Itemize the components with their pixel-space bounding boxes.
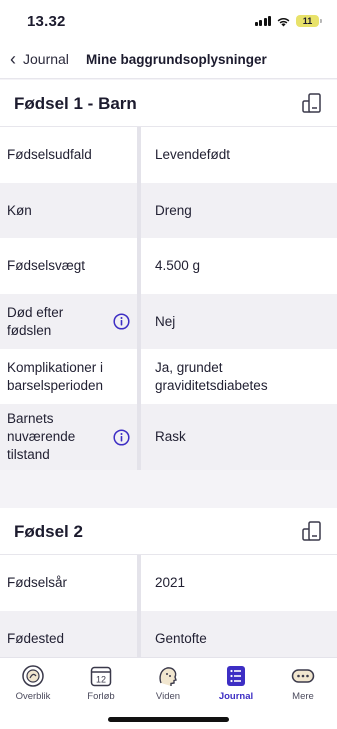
- calendar-badge: 12: [96, 675, 106, 685]
- tab-label: Overblik: [15, 691, 51, 702]
- page-title: Mine baggrundsoplysninger: [86, 52, 267, 67]
- table-row: Køn Dreng: [0, 183, 337, 238]
- info-icon[interactable]: [113, 313, 130, 330]
- signal-icon: [254, 16, 271, 26]
- battery-icon: 11: [296, 15, 322, 27]
- table-row: Komplikationer i barselsperioden Ja, gru…: [0, 349, 337, 404]
- status-bar: 13.32 11: [0, 0, 337, 42]
- row-label: Fødested: [7, 631, 65, 646]
- knowledge-icon: [159, 667, 177, 686]
- tab-label: Mere: [292, 691, 314, 702]
- content-scroll-area[interactable]: Fødsel 1 - Barn Fødselsudfald Levendefød…: [0, 80, 337, 657]
- tab-overview[interactable]: Overblik: [3, 664, 63, 702]
- table-row: Død efter fødslen Nej: [0, 294, 337, 349]
- calendar-icon: 12: [90, 666, 112, 687]
- row-value: 4.500 g: [155, 258, 201, 273]
- table-row: Fødselsvægt 4.500 g: [0, 238, 337, 294]
- chevron-left-icon: ‹: [10, 49, 16, 69]
- table-row: Fødselsudfald Levendefødt: [0, 127, 337, 183]
- birth-1-title: Fødsel 1 - Barn: [14, 94, 137, 113]
- row-label-text: Barnets nuværende tilstand: [7, 411, 76, 462]
- more-icon: [291, 669, 315, 683]
- row-value: Dreng: [155, 202, 192, 218]
- tab-label: Forløb: [87, 691, 115, 702]
- journal-icon: [227, 666, 245, 686]
- table-row: Fødested Gentofte: [0, 611, 337, 657]
- status-icons: 11: [254, 15, 322, 27]
- tab-course[interactable]: 12 Forløb: [71, 664, 131, 702]
- row-label-text: Komplikationer i barselsperioden: [7, 359, 104, 393]
- overview-icon: [22, 665, 44, 687]
- row-label: Fødselsår: [7, 575, 68, 590]
- tab-label: Viden: [155, 691, 181, 702]
- status-time: 13.32: [27, 13, 66, 30]
- tab-journal[interactable]: Journal: [206, 664, 266, 702]
- row-label: Fødselsvægt: [7, 258, 86, 273]
- row-label: Komplikationer i barselsperioden: [0, 349, 137, 404]
- birth-1-header: Fødsel 1 - Barn: [0, 80, 337, 127]
- row-value: Gentofte: [155, 631, 207, 646]
- birth-2-card: Fødsel 2 Fødselsår 2021 Fødested Gentoft…: [0, 508, 337, 657]
- birth-2-title: Fødsel 2: [14, 522, 83, 541]
- edit-document-icon[interactable]: [301, 92, 323, 114]
- table-row: Fødselsår 2021: [0, 555, 337, 611]
- table-row: Barnets nuværende tilstand Rask: [0, 404, 337, 470]
- edit-document-icon[interactable]: [301, 520, 323, 542]
- row-label: Køn: [7, 202, 32, 218]
- birth-1-card: Fødsel 1 - Barn Fødselsudfald Levendefød…: [0, 80, 337, 470]
- row-value: 2021: [155, 575, 186, 590]
- back-button[interactable]: ‹ Journal: [10, 50, 69, 68]
- navigation-bar: ‹ Journal Mine baggrundsoplysninger: [0, 42, 337, 79]
- home-indicator[interactable]: [108, 717, 229, 722]
- back-label: Journal: [23, 51, 69, 67]
- row-value: Ja, grundet graviditetsdiabetes: [141, 349, 337, 404]
- row-value: Nej: [155, 313, 176, 329]
- birth-2-header: Fødsel 2: [0, 508, 337, 555]
- tab-bar: Overblik 12 Forløb Viden Journal Mere: [0, 657, 337, 729]
- row-value: Levendefødt: [155, 147, 231, 162]
- wifi-icon: [277, 17, 290, 26]
- info-icon[interactable]: [113, 428, 130, 446]
- tab-knowledge[interactable]: Viden: [138, 664, 198, 702]
- row-label: Fødselsudfald: [7, 147, 92, 162]
- row-label-text: Død efter fødslen: [7, 304, 64, 338]
- row-label: Død efter fødslen: [0, 294, 137, 349]
- tab-label: Journal: [218, 691, 254, 702]
- tab-more[interactable]: Mere: [273, 664, 333, 702]
- row-label: Barnets nuværende tilstand: [0, 404, 137, 470]
- row-value: Rask: [155, 429, 186, 444]
- row-value-text: Ja, grundet graviditetsdiabetes: [155, 359, 268, 393]
